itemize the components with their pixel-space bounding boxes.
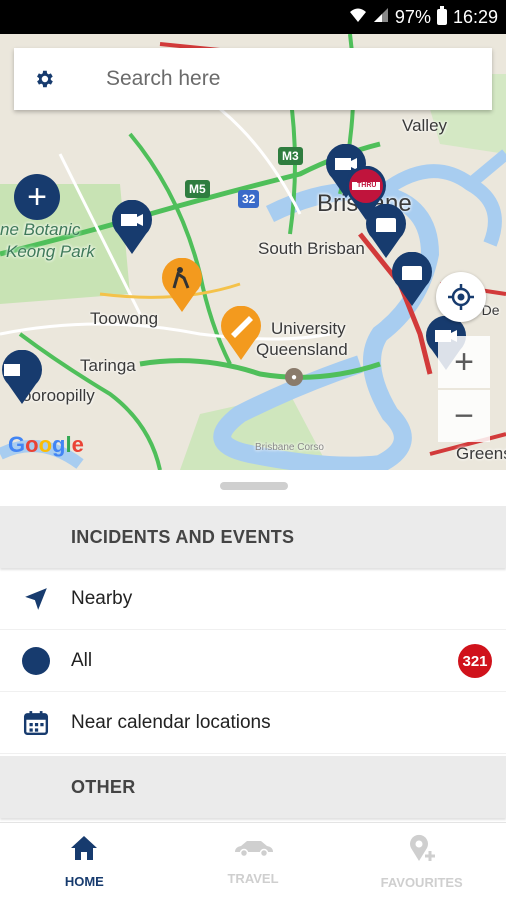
calendar-icon (0, 710, 71, 736)
search-bar[interactable]: Search here (14, 48, 492, 110)
row-label: Nearby (71, 587, 133, 609)
nav-home[interactable]: HOME (0, 823, 169, 901)
circle-icon (0, 646, 71, 675)
add-location-button[interactable]: + (14, 174, 60, 220)
event-pin[interactable] (219, 305, 261, 360)
roadwork-icon (162, 257, 202, 312)
section-header-other: OTHER (0, 756, 506, 818)
camera-pin[interactable] (0, 349, 43, 404)
museum-icon[interactable]: ● (285, 368, 303, 386)
signal-icon (373, 7, 389, 28)
map-label-toowong: Toowong (90, 309, 159, 328)
zoom-out-button[interactable]: − (438, 390, 490, 442)
clock: 16:29 (452, 6, 498, 27)
car-icon (231, 838, 275, 863)
event-icon (221, 305, 261, 360)
settings-gear-icon[interactable] (14, 68, 74, 90)
route-shield-32: 32 (238, 190, 260, 208)
crosshair-icon (448, 284, 474, 310)
bottom-navigation: HOME TRAVEL FAVOURITES (0, 822, 506, 901)
map-label-greens: Greens (456, 444, 506, 463)
home-icon (70, 835, 98, 866)
map-label-taringa: Taringa (80, 356, 136, 375)
map-label-south-brisbane: South Brisban (258, 239, 365, 258)
map-label-queensland: Queensland (256, 340, 348, 359)
count-badge: 321 (458, 644, 492, 678)
incident-row-calendar[interactable]: Near calendar locations (0, 692, 506, 754)
map-label-brisbane-corso: Brisbane Corso (255, 442, 324, 453)
camera-pin-icon (112, 199, 152, 254)
camera-pin[interactable] (110, 199, 152, 254)
wifi-icon (349, 7, 367, 28)
section-header-incidents: INCIDENTS AND EVENTS (0, 506, 506, 568)
route-shield-m3: M3 (278, 147, 303, 165)
nav-favourites-label: FAVOURITES (380, 875, 463, 890)
congestion-pin[interactable] (364, 203, 406, 258)
my-location-button[interactable] (436, 272, 486, 322)
location-plus-icon (408, 834, 436, 867)
map-label-botanic: ne Botanic (0, 220, 81, 239)
incident-row-all[interactable]: All 321 (0, 630, 506, 692)
route-shield-m5: M5 (185, 180, 210, 198)
row-label: Near calendar locations (71, 711, 271, 733)
zoom-in-button[interactable]: + (438, 336, 490, 388)
navigation-arrow-icon (0, 586, 71, 612)
battery-icon (436, 6, 447, 25)
map-label-keong-park: Keong Park (6, 242, 95, 261)
thru-label: THRU (357, 182, 377, 189)
car-pin-icon (392, 251, 432, 306)
search-input[interactable]: Search here (106, 67, 220, 91)
incident-row-nearby[interactable]: Nearby (0, 568, 506, 630)
map-label-valley: Valley (402, 116, 448, 135)
nav-travel[interactable]: TRAVEL (169, 823, 338, 901)
map-view[interactable]: Valley Brisbane ne Botanic Keong Park So… (0, 34, 506, 470)
car-pin-icon (366, 203, 406, 258)
roadwork-pin[interactable] (160, 257, 202, 312)
google-logo: Google (8, 432, 84, 457)
battery-percent: 97% (394, 6, 431, 27)
nav-travel-label: TRAVEL (227, 871, 279, 886)
congestion-pin[interactable] (390, 251, 432, 306)
bottom-sheet: INCIDENTS AND EVENTS Nearby All 321 Near… (0, 470, 506, 822)
camera-pin-icon (2, 349, 43, 404)
plus-icon: + (27, 177, 47, 216)
nav-home-label: HOME (64, 874, 104, 889)
sheet-drag-handle[interactable] (220, 482, 288, 490)
row-label: All (71, 649, 93, 671)
status-bar: 97% 16:29 (0, 0, 506, 34)
nav-favourites[interactable]: FAVOURITES (337, 823, 506, 901)
map-label-university: University (271, 319, 346, 338)
